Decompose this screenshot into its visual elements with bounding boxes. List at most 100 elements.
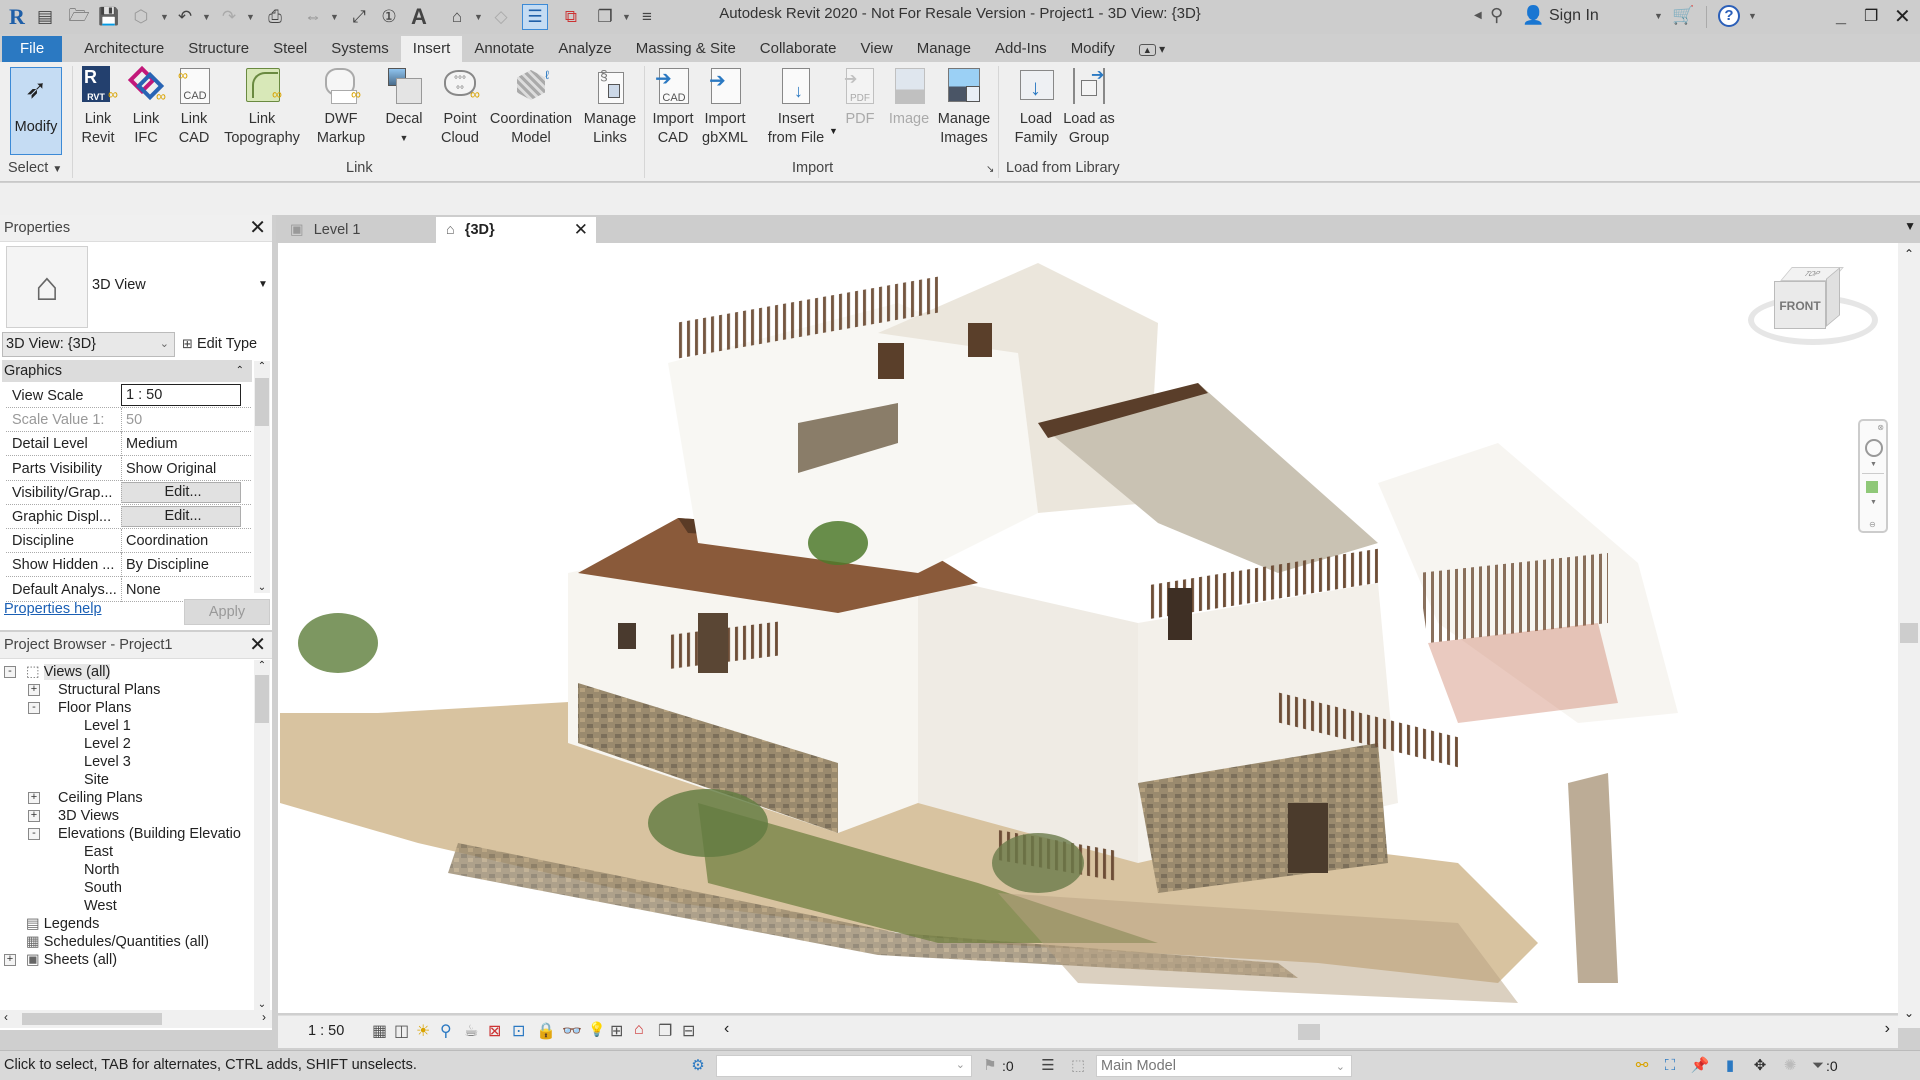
type-selector-dropdown-icon[interactable]: ▼ — [258, 279, 268, 290]
scroll-down-icon[interactable]: ⌄ — [1898, 1006, 1920, 1020]
insert-from-file-button[interactable]: ↓ Insert from File — [760, 66, 832, 148]
collapse-infocenter-icon[interactable]: ◀ — [1474, 10, 1482, 21]
scroll-up-icon[interactable]: ⌃ — [254, 361, 270, 372]
view-tab-3d[interactable]: ⌂ {3D} ✕ — [436, 217, 596, 243]
close-window-button[interactable]: ✕ — [1894, 4, 1911, 29]
close-project-browser-button[interactable]: ✕ — [249, 632, 266, 659]
edit-type-button[interactable]: ⊞ Edit Type — [182, 333, 257, 355]
property-value[interactable]: Coordination — [121, 529, 241, 554]
scroll-thumb[interactable] — [1900, 623, 1918, 643]
scroll-down-icon[interactable]: ⌄ — [254, 582, 270, 593]
select-underlay-icon[interactable]: ⛶ — [1660, 1056, 1680, 1076]
edit-button[interactable]: Edit... — [121, 481, 241, 503]
coordination-model-button[interactable]: ℓ Coordination Model — [488, 66, 574, 148]
close-properties-button[interactable]: ✕ — [249, 215, 266, 242]
active-workset-select[interactable]: ⌄ — [716, 1055, 972, 1077]
collapse-icon[interactable]: - — [28, 828, 40, 840]
instance-selector[interactable]: 3D View: {3D} ⌄ — [2, 332, 175, 357]
link-revit-button[interactable]: RVT R ∞ Link Revit — [78, 66, 118, 148]
sync-icon[interactable]: ⬡ — [130, 6, 152, 28]
tab-overflow-icon[interactable]: ▼ — [1904, 219, 1916, 233]
edit-button[interactable]: Edit... — [121, 506, 241, 527]
tab-architecture[interactable]: Architecture — [72, 36, 176, 62]
recent-files-icon[interactable]: ▤ — [34, 6, 56, 28]
worksets-icon[interactable]: ⚙ — [688, 1056, 708, 1076]
minimize-ribbon-button[interactable]: ▲ ▾ — [1127, 36, 1177, 62]
undo-icon[interactable]: ↶ — [174, 6, 196, 28]
reveal-hidden-icon[interactable]: 💡 — [588, 1021, 605, 1038]
viewcube-front-face[interactable]: FRONT — [1774, 281, 1826, 329]
3d-viewport[interactable]: FRONT TOP ⊗ ▼ ▼ ⊖ — [278, 243, 1898, 1013]
scroll-thumb[interactable] — [22, 1013, 162, 1025]
insert-from-file-dropdown-icon[interactable]: ▼ — [829, 126, 838, 136]
tag-icon[interactable]: ① — [378, 6, 400, 28]
tab-modify[interactable]: Modify — [1059, 36, 1127, 62]
editable-only-icon[interactable]: ⚑ — [980, 1056, 1000, 1076]
view-tab-level-1[interactable]: ▣ Level 1 — [280, 217, 440, 243]
property-value[interactable]: By Discipline — [121, 553, 241, 578]
render-icon[interactable]: ☕ — [464, 1021, 478, 1041]
open-icon[interactable]: 🗁 — [68, 6, 90, 28]
view-scale-input[interactable]: 1 : 50 — [121, 384, 241, 406]
aligned-dimension-icon[interactable]: ⤢ — [348, 6, 370, 28]
scroll-up-icon[interactable]: ⌃ — [254, 660, 270, 671]
properties-scrollbar[interactable]: ⌃ ⌄ — [254, 361, 270, 593]
tree-item[interactable]: ▣ Sheets (all) — [26, 950, 117, 970]
tree-item[interactable]: ⬚ Views (all) — [26, 662, 111, 682]
modify-button[interactable]: ➶ Modify — [10, 67, 62, 155]
sign-in-link[interactable]: Sign In — [1549, 7, 1599, 25]
tab-view[interactable]: View — [849, 36, 905, 62]
tab-collaborate[interactable]: Collaborate — [748, 36, 849, 62]
tree-item[interactable]: North — [84, 860, 119, 880]
tree-item[interactable]: 3D Views — [58, 806, 119, 826]
type-selector[interactable]: 3D View — [92, 277, 146, 293]
browser-hscrollbar[interactable]: ‹ › — [0, 1010, 272, 1028]
exclude-options-icon[interactable]: ⬚ — [1068, 1056, 1088, 1076]
section-icon[interactable]: ◇ — [490, 6, 512, 28]
apply-button[interactable]: Apply — [184, 599, 270, 625]
import-gbxml-button[interactable]: ➔ Import gbXML — [700, 66, 750, 148]
help-icon[interactable]: ? — [1718, 5, 1740, 27]
close-hidden-windows-icon[interactable]: ⧉ — [560, 6, 582, 28]
save-icon[interactable]: 💾 — [98, 6, 120, 28]
temporary-view-properties-icon[interactable]: ⊞ — [610, 1021, 623, 1041]
filter-icon[interactable]: ⏷ — [1808, 1056, 1828, 1076]
expand-icon[interactable]: + — [28, 684, 40, 696]
decal-button[interactable]: Decal ▼ — [380, 66, 428, 148]
default-3d-view-icon[interactable]: ⌂ — [446, 6, 468, 28]
point-cloud-button[interactable]: °°° °° ∞ Point Cloud — [436, 66, 484, 148]
collapse-icon[interactable]: - — [28, 702, 40, 714]
visual-style-icon[interactable]: ◫ — [394, 1021, 409, 1041]
help-dropdown-icon[interactable]: ▼ — [1748, 11, 1757, 21]
tab-steel[interactable]: Steel — [261, 36, 319, 62]
tree-item[interactable]: West — [84, 896, 117, 916]
sun-path-off-icon[interactable]: ☀ — [416, 1021, 430, 1041]
import-cad-button[interactable]: CAD ➔ Import CAD — [648, 66, 698, 148]
view-scale-button[interactable]: 1 : 50 — [308, 1023, 344, 1039]
import-pdf-button[interactable]: PDF ➔ PDF — [838, 66, 882, 129]
decal-dropdown-icon[interactable]: ▼ — [380, 129, 428, 148]
switch-windows-dropdown-icon[interactable]: ▼ — [622, 12, 631, 22]
tab-insert[interactable]: Insert — [400, 36, 463, 62]
scroll-down-icon[interactable]: ⌄ — [254, 999, 270, 1010]
close-navbar-icon[interactable]: ⊗ — [1877, 423, 1884, 432]
tree-item[interactable]: ▦ Schedules/Quantities (all) — [26, 932, 209, 952]
scroll-right-icon[interactable]: › — [1885, 1020, 1890, 1038]
load-family-button[interactable]: ↓ Load Family — [1012, 66, 1060, 148]
zoom-region-icon[interactable] — [1866, 481, 1878, 493]
scroll-left-icon[interactable]: ‹ — [724, 1020, 729, 1038]
property-value[interactable]: Show Original — [121, 456, 241, 481]
scroll-up-icon[interactable]: ⌃ — [1898, 247, 1920, 261]
measure-icon[interactable]: ⇔ — [302, 6, 324, 28]
switch-windows-icon[interactable]: ❐ — [594, 6, 616, 28]
property-value[interactable]: None — [121, 577, 241, 602]
viewcube[interactable]: FRONT TOP — [1738, 259, 1888, 379]
tree-item[interactable]: Elevations (Building Elevatio — [58, 824, 241, 844]
tab-analyze[interactable]: Analyze — [546, 36, 623, 62]
tab-structure[interactable]: Structure — [176, 36, 261, 62]
import-image-button[interactable]: Image — [886, 66, 932, 129]
restore-button[interactable]: ❐ — [1864, 6, 1878, 26]
tree-item[interactable]: Level 2 — [84, 734, 131, 754]
undo-dropdown-icon[interactable]: ▼ — [202, 12, 211, 22]
scroll-left-icon[interactable]: ‹ — [4, 1010, 8, 1024]
